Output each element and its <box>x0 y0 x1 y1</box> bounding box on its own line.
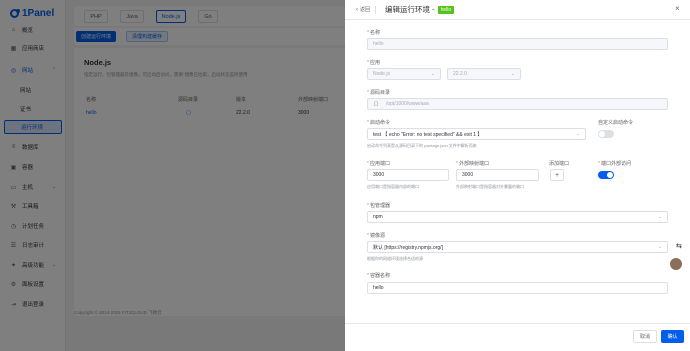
chevron-down-icon: ⌄ <box>657 214 662 220</box>
mirror-select[interactable]: 默认 [https://registry.npmjs.org/] ⌄ <box>367 241 668 253</box>
runtime-name-badge: hello <box>437 5 455 14</box>
app-port-label: *应用端口 <box>367 161 390 167</box>
translate-icon[interactable]: ⇆ <box>676 242 682 250</box>
app-port-input[interactable]: 3000 <box>367 169 449 181</box>
port-external-access-toggle[interactable] <box>598 171 614 179</box>
app-select: Node.js ⌄ <box>367 68 441 80</box>
start-command-hint: 启动命令列表是从源码目录下的 package.json 文件中解析而来 <box>367 143 477 148</box>
chevron-down-icon: ⌄ <box>657 244 662 250</box>
add-port-button[interactable]: + <box>550 169 564 181</box>
header-divider <box>375 6 376 14</box>
chevron-down-icon: ⌄ <box>510 71 515 77</box>
drawer-header: ‹ 返回 编辑运行环境 - hello × <box>345 0 690 20</box>
custom-command-toggle[interactable] <box>598 130 614 138</box>
mirror-hint: 根据你的网络环境选择合适的源 <box>367 256 423 261</box>
custom-command-label: 自定义启动命令 <box>598 120 634 126</box>
mirror-label: *镜像源 <box>367 233 385 239</box>
code-dir-field: ▢ /opt/1000/www/aaa <box>367 98 668 110</box>
app-label: *应用 <box>367 60 380 66</box>
container-name-label: *容器名称 <box>367 273 390 279</box>
folder-icon[interactable]: ▢ <box>372 101 380 107</box>
cancel-button[interactable]: 取消 <box>633 330 657 343</box>
chevron-down-icon: ⌄ <box>430 71 435 77</box>
back-button[interactable]: ‹ 返回 <box>356 6 371 14</box>
start-command-label: *启动命令 <box>367 120 390 126</box>
drawer-title: 编辑运行环境 - hello <box>385 4 455 15</box>
back-label: 返回 <box>360 7 371 13</box>
start-command-select[interactable]: test 【 echo "Error: no test specified" &… <box>367 128 586 140</box>
version-select: 22.2.0 ⌄ <box>447 68 521 80</box>
ext-port-input[interactable]: 3000 <box>456 169 539 181</box>
add-port-label: 添加端口 <box>549 161 570 167</box>
app-port-hint: 应用端口是指容器内部的端口 <box>367 184 419 189</box>
avatar[interactable] <box>669 257 683 271</box>
ext-port-label: *外部映射端口 <box>456 161 489 167</box>
drawer-title-text: 编辑运行环境 - <box>385 5 435 14</box>
package-manager-label: *包管理器 <box>367 203 390 209</box>
name-field: hello <box>367 38 668 50</box>
close-icon[interactable]: × <box>675 4 680 13</box>
package-manager-select[interactable]: npm ⌄ <box>367 211 668 223</box>
port-external-access-label: *端口外部访问 <box>598 161 631 167</box>
confirm-button[interactable]: 确认 <box>661 330 684 343</box>
name-label: *名称 <box>367 30 380 36</box>
edit-runtime-drawer: ‹ 返回 编辑运行环境 - hello × *名称 hello *应用 Node… <box>345 0 690 351</box>
chevron-left-icon: ‹ <box>356 6 358 13</box>
drawer-footer: 取消 确认 <box>345 323 690 351</box>
code-dir-value: /opt/1000/www/aaa <box>386 101 429 107</box>
ext-port-hint: 外部映射端口是指容器对外暴露的端口 <box>456 184 524 189</box>
code-dir-label: *源码目录 <box>367 90 390 96</box>
container-name-input[interactable]: hello <box>367 282 668 294</box>
chevron-down-icon: ⌄ <box>575 131 580 137</box>
